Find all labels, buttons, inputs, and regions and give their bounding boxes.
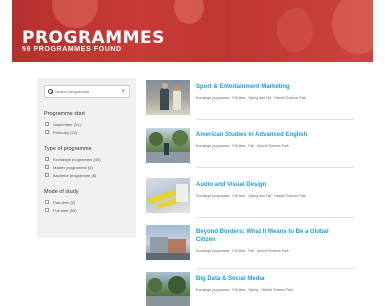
filter-option-part-time[interactable]: Part-time (0): [45, 198, 129, 206]
checkbox[interactable]: [45, 122, 49, 126]
programme-title-link[interactable]: Beyond Borders: What It Means to Be a Gl…: [196, 229, 348, 244]
filter-option-label: Master programme (8): [53, 164, 93, 170]
checkbox[interactable]: [45, 200, 49, 204]
list-item[interactable]: American Studies in Advanced English Exc…: [146, 128, 356, 168]
search-box: ×: [44, 85, 130, 98]
filter-sidebar: × Programme start September (31) Februar…: [37, 78, 136, 238]
filter-group-title-mode: Mode of study: [44, 189, 79, 195]
divider: [196, 167, 354, 168]
programme-thumbnail[interactable]: [146, 225, 190, 260]
filter-group-title-type: Type of programme: [44, 146, 92, 152]
programme-meta: Exchange programme · Full-time · Spring …: [196, 96, 307, 100]
programme-title-link[interactable]: Audio and Visual Design: [196, 182, 348, 190]
divider: [196, 119, 354, 120]
filter-option-february[interactable]: February (22): [45, 128, 129, 136]
programme-meta: Exchange programme · Full-time · Fall · …: [196, 144, 289, 148]
filter-option-full-time[interactable]: Full-time (59): [45, 206, 129, 214]
filter-option-label: Full-time (59): [53, 207, 77, 213]
filter-option-bachelor[interactable]: Bachelor programme (8): [45, 171, 129, 179]
programme-title-link[interactable]: American Studies in Advanced English: [196, 132, 348, 140]
checkbox[interactable]: [45, 165, 49, 169]
programme-thumbnail[interactable]: [146, 128, 190, 163]
search-icon: [48, 89, 53, 94]
hero-banner: PROGRAMMES 59 PROGRAMMES FOUND: [12, 0, 373, 62]
filter-option-exchange[interactable]: Exchange programme (45): [45, 155, 129, 163]
list-item[interactable]: Big Data & Social Media Exchange program…: [146, 272, 356, 306]
filter-option-label: Exchange programme (45): [53, 156, 101, 162]
divider: [196, 268, 354, 269]
filter-option-label: September (31): [53, 121, 81, 127]
programme-thumbnail[interactable]: [146, 272, 190, 306]
checkbox[interactable]: [45, 208, 49, 212]
programme-title-link[interactable]: Big Data & Social Media: [196, 276, 348, 284]
programme-title-link[interactable]: Sport & Entertainment Marketing: [196, 84, 348, 92]
programme-meta: Exchange programme · Full-time · Spring …: [196, 288, 294, 292]
filter-option-label: February (22): [53, 129, 78, 135]
programme-meta: Exchange programme · Full-time · Fall · …: [196, 249, 289, 253]
programme-thumbnail[interactable]: [146, 80, 190, 115]
filter-option-master[interactable]: Master programme (8): [45, 163, 129, 171]
checkbox[interactable]: [45, 130, 49, 134]
programme-thumbnail[interactable]: [146, 178, 190, 213]
list-item[interactable]: Sport & Entertainment Marketing Exchange…: [146, 80, 356, 120]
programme-meta: Exchange programme · Full-time · Spring …: [196, 194, 307, 198]
close-icon[interactable]: ×: [121, 87, 125, 97]
filter-option-label: Part-time (0): [53, 199, 76, 205]
filter-option-september[interactable]: September (31): [45, 120, 129, 128]
checkbox[interactable]: [45, 157, 49, 161]
checkbox[interactable]: [45, 173, 49, 177]
search-input[interactable]: [55, 86, 119, 97]
results-count: 59 PROGRAMMES FOUND: [22, 46, 122, 53]
list-item[interactable]: Audio and Visual Design Exchange program…: [146, 178, 356, 218]
page-title: PROGRAMMES: [22, 28, 165, 48]
filter-group-title-programme-start: Programme start: [44, 111, 85, 117]
list-item[interactable]: Beyond Borders: What It Means to Be a Gl…: [146, 225, 356, 269]
filter-option-label: Bachelor programme (8): [53, 172, 97, 178]
divider: [196, 217, 354, 218]
